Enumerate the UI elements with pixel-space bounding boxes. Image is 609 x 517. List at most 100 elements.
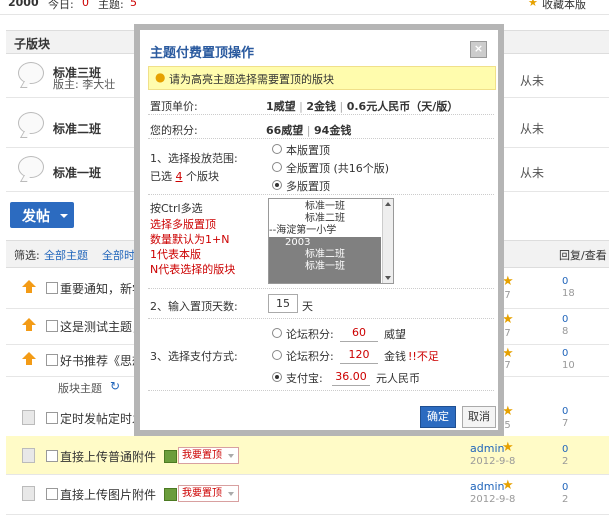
attachment-image-icon [164,488,177,501]
pay-amount: 36.00 [332,368,370,386]
pinned-up-icon-stem [26,359,32,365]
days-unit: 天 [302,300,313,313]
document-icon [22,410,35,425]
forum-stats-bar: 2000 今日: 0 主题: 5 ★ 收藏本版 [0,0,609,15]
thread-author[interactable]: admin [470,480,504,493]
days-input[interactable]: 15 [268,294,298,313]
pay-radio-alipay[interactable] [272,372,282,382]
scope-option-all[interactable]: 全版置顶 (共16个版) [286,160,389,176]
thread-checkbox[interactable] [46,354,58,366]
pay-amount: 120 [340,346,378,364]
list-item-selected[interactable]: 2003 [269,237,381,249]
view-count: 10 [562,360,575,371]
divider [148,318,494,319]
thread-checkbox[interactable] [46,320,58,332]
total-value: 5 [130,0,137,9]
ctrl-tip: 按Ctrl多选 [150,202,203,215]
scope-radio-this[interactable] [272,144,282,154]
thread-checkbox[interactable] [46,282,58,294]
scope-radio-multi[interactable] [272,180,282,190]
pinned-up-icon-stem [26,287,32,293]
dialog-title: 主题付费置顶操作 [150,46,255,61]
new-post-button[interactable]: 发帖 [10,202,74,228]
pay-radio-money[interactable] [272,350,282,360]
subforum-title: 子版块 [14,37,51,51]
thread-checkbox[interactable] [46,488,58,500]
reply-count[interactable]: 0 [562,406,568,417]
pinned-up-icon-stem [26,325,32,331]
filter-all-topics[interactable]: 全部主题 [44,247,88,263]
thread-title[interactable]: 直接上传图片附件 [60,486,156,503]
list-scrollbar[interactable] [382,199,393,283]
thread-checkbox[interactable] [46,412,58,424]
divider [148,288,494,289]
scroll-up-icon[interactable] [385,202,391,206]
pin-request-dropdown[interactable]: 我要置顶 [178,447,239,464]
reply-count[interactable]: 0 [562,348,568,359]
document-icon [22,486,35,501]
list-item-selected[interactable]: 标准二班 [269,249,381,261]
forum-bubble-icon [18,156,44,178]
today-label: 今日: [48,0,74,11]
scope-option-this[interactable]: 本版置顶 [286,142,330,158]
view-count: 18 [562,288,575,299]
favorite-link[interactable]: 收藏本版 [542,0,586,12]
pay-amount: 60 [340,324,378,342]
thread-date: 2012-9-8 [470,456,516,467]
confirm-button[interactable]: 确定 [420,406,456,428]
forum-multiselect[interactable]: 标准一班 标准二班 --海淀第一小学 2003 标准二班 标准一班 [268,198,394,284]
subforum-last-post: 从未 [520,74,545,88]
subforum-name[interactable]: 标准一班 [53,164,101,181]
reply-count[interactable]: 0 [562,444,568,455]
forum-bubble-icon [18,62,44,84]
scope-option-multi[interactable]: 多版置顶 [286,178,330,194]
pay-option-label[interactable]: 论坛积分: [286,326,334,342]
red-tip: N代表选择的版块 [150,263,236,276]
pay-radio-reputation[interactable] [272,328,282,338]
list-item[interactable]: --海淀第一小学 [269,225,381,237]
red-tip: 选择多版置顶 [150,218,216,231]
close-icon[interactable]: × [470,41,487,58]
medal-icon: ★ [502,440,514,455]
cancel-button[interactable]: 取消 [462,406,496,428]
medal-icon: ★ [502,478,514,493]
scope-label: 1、选择投放范围: [150,152,238,165]
pay-unit: 元人民币 [376,372,420,385]
subforum-name[interactable]: 标准二班 [53,120,101,137]
insufficient-warning: !!不足 [408,350,439,363]
today-value: 0 [82,0,89,9]
list-item[interactable]: 标准一班 [269,201,381,213]
pinned-up-icon [22,318,36,325]
thread-author[interactable]: admin [470,442,504,455]
table-row[interactable]: 直接上传图片附件 我要置顶 admin ★ 2012-9-8 0 2 [6,474,609,515]
scroll-down-icon[interactable] [385,276,391,280]
pay-option-label[interactable]: 论坛积分: [286,348,334,364]
filter-label: 筛选: [14,249,40,262]
pinned-up-icon [22,352,36,359]
thread-title[interactable]: 直接上传普通附件 [60,448,156,465]
pin-request-dropdown[interactable]: 我要置顶 [178,485,239,502]
document-icon [22,448,35,463]
divider [148,194,494,195]
thread-title[interactable]: 好书推荐《思想 [60,352,144,369]
price-label: 置顶单价: [150,100,198,113]
pay-option-label[interactable]: 支付宝: [286,370,323,386]
reply-count[interactable]: 0 [562,482,568,493]
price-value: 1威望 | 2金钱 | 0.6元人民币（天/版） [266,100,459,113]
thread-count: 2000 [8,0,39,9]
thread-title[interactable]: 定时发帖定时发 [60,410,144,427]
divider [148,114,494,115]
list-item-selected-overflow[interactable] [269,273,381,283]
table-row-highlighted[interactable]: 直接上传普通附件 我要置顶 admin ★ 2012-9-8 0 2 [6,436,609,475]
thread-checkbox[interactable] [46,450,58,462]
dialog-tip: ● 请为高亮主题选择需要置顶的版块 [148,66,496,90]
reply-count[interactable]: 0 [562,314,568,325]
reply-count[interactable]: 0 [562,276,568,287]
list-item[interactable]: 标准二班 [269,213,381,225]
days-label: 2、输入置顶天数: [150,300,238,313]
thread-title[interactable]: 这是测试主题， [60,318,144,335]
refresh-icon[interactable]: ↻ [110,379,120,393]
divider [148,390,494,391]
scope-radio-all[interactable] [272,162,282,172]
view-count: 2 [562,456,569,467]
